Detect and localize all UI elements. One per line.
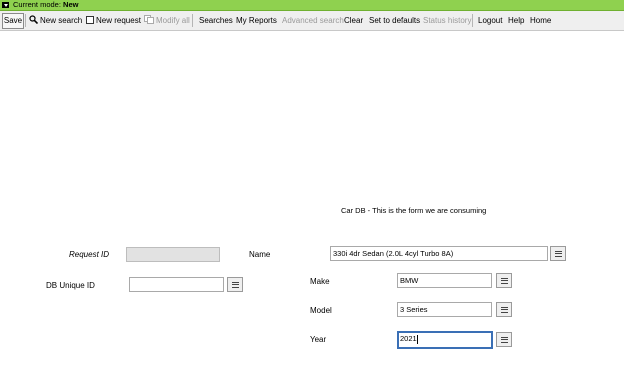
name-menu-button[interactable] bbox=[550, 246, 566, 261]
request-id-field bbox=[126, 247, 220, 262]
current-mode-text: Current mode: New bbox=[13, 0, 78, 10]
search-icon bbox=[29, 15, 38, 25]
db-unique-id-label: DB Unique ID bbox=[46, 281, 95, 290]
db-unique-id-menu-button[interactable] bbox=[227, 277, 243, 292]
make-menu-button[interactable] bbox=[496, 273, 512, 288]
year-value: 2021 bbox=[400, 334, 417, 343]
help-link[interactable]: Help bbox=[508, 11, 524, 30]
toolbar-separator bbox=[25, 14, 26, 27]
year-label: Year bbox=[310, 335, 327, 344]
advanced-search-button[interactable]: Advanced search bbox=[282, 11, 344, 30]
name-label: Name bbox=[249, 250, 271, 259]
model-field[interactable]: 3 Series bbox=[397, 302, 492, 317]
clear-button[interactable]: Clear bbox=[344, 11, 363, 30]
save-button[interactable]: Save bbox=[2, 13, 24, 29]
modify-all-label: Modify all bbox=[156, 16, 190, 25]
new-search-button[interactable]: New search bbox=[29, 11, 82, 30]
collapse-triangle-icon[interactable] bbox=[2, 2, 9, 8]
toolbar: Save New search New request Modify all S… bbox=[0, 11, 624, 31]
name-field[interactable]: 330i 4dr Sedan (2.0L 4cyl Turbo 8A) bbox=[330, 246, 548, 261]
mode-value: New bbox=[63, 0, 79, 9]
request-id-label: Request ID bbox=[69, 250, 110, 259]
make-field[interactable]: BMW bbox=[397, 273, 492, 288]
document-icon bbox=[86, 15, 94, 24]
home-link[interactable]: Home bbox=[530, 11, 551, 30]
toolbar-separator bbox=[192, 14, 193, 27]
model-label: Model bbox=[310, 306, 332, 315]
toolbar-separator bbox=[472, 14, 473, 27]
new-request-button[interactable]: New request bbox=[86, 11, 141, 30]
menu-icon bbox=[554, 250, 562, 257]
menu-icon bbox=[500, 277, 508, 284]
year-field[interactable]: 2021 bbox=[397, 331, 493, 349]
menu-icon bbox=[500, 306, 508, 313]
text-cursor bbox=[416, 334, 418, 344]
model-menu-button[interactable] bbox=[496, 302, 512, 317]
make-label: Make bbox=[310, 277, 330, 286]
menu-icon bbox=[500, 336, 508, 343]
form-title: Car DB - This is the form we are consumi… bbox=[341, 206, 487, 215]
new-request-label: New request bbox=[96, 16, 141, 25]
searches-menu[interactable]: Searches bbox=[199, 11, 233, 30]
mode-bar: Current mode: New bbox=[0, 0, 624, 11]
menu-icon bbox=[231, 281, 239, 288]
status-history-button[interactable]: Status history bbox=[423, 11, 471, 30]
set-to-defaults-button[interactable]: Set to defaults bbox=[369, 11, 420, 30]
year-menu-button[interactable] bbox=[496, 332, 512, 347]
copy-pages-icon bbox=[144, 15, 154, 25]
mode-label: Current mode: bbox=[13, 0, 61, 9]
db-unique-id-field[interactable] bbox=[129, 277, 224, 292]
modify-all-button[interactable]: Modify all bbox=[144, 11, 190, 30]
new-search-label: New search bbox=[40, 16, 83, 25]
my-reports-menu[interactable]: My Reports bbox=[236, 11, 277, 30]
logout-link[interactable]: Logout bbox=[478, 11, 502, 30]
